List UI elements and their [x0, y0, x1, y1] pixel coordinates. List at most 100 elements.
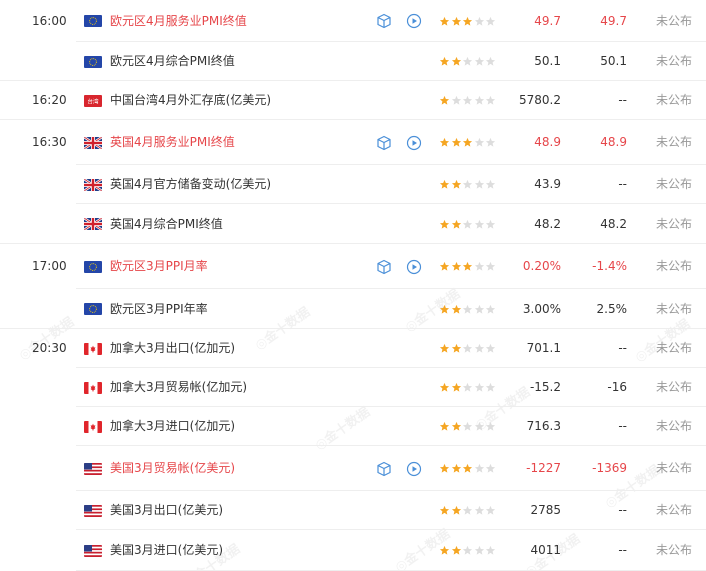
table-row[interactable]: 加拿大3月进口(亿加元) 716.3 -- 未公布 [0, 407, 706, 446]
star-icon [439, 179, 450, 190]
table-row[interactable]: 美国3月出口(亿美元) 2785 -- 未公布 [0, 491, 706, 530]
publish-status: 未公布 [656, 380, 693, 394]
indicator-name[interactable]: 英国4月综合PMI终值 [110, 204, 223, 244]
publish-status: 未公布 [656, 302, 693, 316]
release-time: 16:00 [32, 14, 67, 28]
play-circle-icon[interactable] [406, 13, 422, 29]
release-time: 16:20 [32, 93, 67, 107]
star-icon [474, 463, 485, 474]
previous-value: 49.7 [600, 14, 627, 28]
indicator-name[interactable]: 英国4月官方储备变动(亿美元) [110, 165, 271, 204]
importance-stars [439, 137, 499, 149]
release-time: 17:00 [32, 259, 67, 273]
table-row[interactable]: 美国3月贸易帐(亿美元) -1227 -1369 未公布 [0, 446, 706, 491]
star-icon [451, 219, 462, 230]
actual-value: 48.2 [534, 217, 561, 231]
table-row[interactable]: 17:00 欧元区3月PPI月率 0.20% -1.4% 未公布 [0, 244, 706, 289]
star-icon [474, 261, 485, 272]
actual-value: 716.3 [526, 419, 561, 433]
publish-status: 未公布 [656, 177, 693, 191]
previous-value: -- [618, 543, 627, 557]
cube-icon[interactable] [376, 461, 392, 477]
country-flag-icon [84, 343, 102, 355]
actual-value: 701.1 [526, 341, 561, 355]
previous-value: -- [618, 341, 627, 355]
star-icon [451, 343, 462, 354]
star-icon [462, 421, 473, 432]
star-icon [474, 505, 485, 516]
country-flag-icon: 台湾 [84, 95, 102, 107]
previous-value: 2.5% [596, 302, 628, 316]
actual-value: 4011 [530, 543, 561, 557]
indicator-name[interactable]: 欧元区3月PPI年率 [110, 289, 208, 329]
star-icon [485, 95, 496, 106]
star-icon [474, 95, 485, 106]
star-icon [485, 421, 496, 432]
table-row[interactable]: 16:20 台湾 中国台湾4月外汇存底(亿美元) 5780.2 -- 未公布 [0, 81, 706, 120]
star-icon [462, 505, 473, 516]
importance-stars [439, 95, 499, 107]
actual-value: 2785 [530, 503, 561, 517]
previous-value: 48.9 [600, 135, 627, 149]
importance-stars [439, 545, 499, 557]
country-flag-icon [84, 463, 102, 475]
table-row[interactable]: 欧元区3月PPI年率 3.00% 2.5% 未公布 [0, 289, 706, 329]
indicator-name[interactable]: 加拿大3月进口(亿加元) [110, 407, 235, 446]
indicator-name[interactable]: 欧元区3月PPI月率 [110, 244, 208, 289]
importance-stars [439, 505, 499, 517]
publish-status: 未公布 [656, 14, 693, 28]
indicator-name[interactable]: 加拿大3月贸易帐(亿加元) [110, 368, 247, 407]
indicator-name[interactable]: 美国3月贸易帐(亿美元) [110, 446, 235, 491]
publish-status: 未公布 [656, 419, 693, 433]
publish-status: 未公布 [656, 543, 693, 557]
star-icon [451, 16, 462, 27]
publish-status: 未公布 [656, 93, 693, 107]
table-row[interactable]: 美国3月进口(亿美元) 4011 -- 未公布 [0, 530, 706, 571]
table-row[interactable]: 加拿大3月贸易帐(亿加元) -15.2 -16 未公布 [0, 368, 706, 407]
country-flag-icon [84, 261, 102, 273]
table-row[interactable]: 16:00 欧元区4月服务业PMI终值 49.7 49.7 未公布 [0, 0, 706, 42]
star-icon [485, 16, 496, 27]
cube-icon[interactable] [376, 259, 392, 275]
table-row[interactable]: 16:30 英国4月服务业PMI终值 48.9 48.9 未公布 [0, 120, 706, 165]
table-row[interactable]: 英国4月官方储备变动(亿美元) 43.9 -- 未公布 [0, 165, 706, 204]
indicator-name[interactable]: 欧元区4月综合PMI终值 [110, 42, 235, 81]
actual-value: 48.9 [534, 135, 561, 149]
indicator-name[interactable]: 美国3月进口(亿美元) [110, 530, 223, 571]
table-row[interactable]: 英国4月综合PMI终值 48.2 48.2 未公布 [0, 204, 706, 244]
star-icon [439, 16, 450, 27]
star-icon [451, 382, 462, 393]
indicator-name[interactable]: 加拿大3月出口(亿加元) [110, 329, 235, 368]
cube-icon[interactable] [376, 13, 392, 29]
table-row[interactable]: 20:30 加拿大3月出口(亿加元) 701.1 -- 未公布 [0, 329, 706, 368]
release-time: 20:30 [32, 341, 67, 355]
indicator-name[interactable]: 中国台湾4月外汇存底(亿美元) [110, 81, 271, 120]
play-circle-icon[interactable] [406, 135, 422, 151]
table-row[interactable]: 欧元区4月综合PMI终值 50.1 50.1 未公布 [0, 42, 706, 81]
indicator-name[interactable]: 欧元区4月服务业PMI终值 [110, 0, 247, 42]
star-icon [439, 304, 450, 315]
previous-value: -1.4% [592, 259, 627, 273]
star-icon [462, 56, 473, 67]
country-flag-icon [84, 421, 102, 433]
actual-value: -1227 [526, 461, 561, 475]
star-icon [451, 56, 462, 67]
publish-status: 未公布 [656, 503, 693, 517]
star-icon [485, 505, 496, 516]
previous-value: -16 [607, 380, 627, 394]
star-icon [474, 382, 485, 393]
star-icon [462, 343, 473, 354]
star-icon [474, 56, 485, 67]
previous-value: -1369 [592, 461, 627, 475]
importance-stars [439, 179, 499, 191]
country-flag-icon [84, 505, 102, 517]
star-icon [474, 16, 485, 27]
cube-icon[interactable] [376, 135, 392, 151]
play-circle-icon[interactable] [406, 461, 422, 477]
indicator-name[interactable]: 英国4月服务业PMI终值 [110, 120, 235, 165]
indicator-name[interactable]: 美国3月出口(亿美元) [110, 491, 223, 530]
country-flag-icon [84, 56, 102, 68]
importance-stars [439, 421, 499, 433]
previous-value: -- [618, 177, 627, 191]
play-circle-icon[interactable] [406, 259, 422, 275]
